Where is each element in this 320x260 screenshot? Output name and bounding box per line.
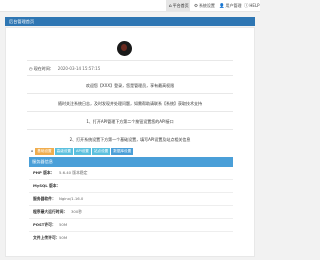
row-key: 程序最大运行时间： (33, 209, 68, 214)
row-value: 300秒 (71, 209, 83, 214)
table-row: 文件上传许可： 50M (29, 232, 233, 244)
help-icon: ⓘ (244, 4, 249, 9)
table-row: MySQL 版本： (29, 180, 233, 192)
row-key: MySQL 版本： (33, 183, 61, 188)
row-key: 服务器软件： (33, 196, 56, 201)
nav-item-users[interactable]: 👤用户管理 (216, 0, 242, 11)
nav-item-label: 平台首页 (172, 3, 189, 8)
nav-item-help[interactable]: ⓘHELP (241, 0, 260, 11)
row-value: 50M (59, 222, 68, 227)
welcome-line: 欢迎您【XXX】登录，您是管理员，享有最高权限 (85, 83, 175, 88)
row-key: 文件上传许可： (33, 235, 60, 240)
divider (27, 129, 233, 130)
quick-tags: ⌂ 基础设置 高级设置 API设置 站点设置 数据库设置 (30, 148, 134, 156)
nav-item-label: HELP (249, 3, 260, 8)
table-row: 服务器软件： Nginx/1.16.0 (29, 193, 233, 205)
top-nav-bar: ⌂平台首页 ⚙系统设置 👤用户管理 ⓘHELP (0, 0, 260, 12)
page-header: 后台管理首页 (5, 17, 255, 26)
table-row: POST许可： 50M (29, 219, 233, 231)
page-title: 后台管理首页 (9, 19, 35, 24)
tag-advanced-settings[interactable]: 高级设置 (54, 148, 74, 155)
nav-item-settings[interactable]: ⚙系统设置 (191, 0, 215, 11)
welcome-line: 1、打开API管理下方第二个按钮设置您的API接口 (86, 119, 174, 124)
divider (27, 111, 233, 112)
server-info-title: 服务器信息 (32, 159, 53, 164)
row-value: 50M (59, 235, 68, 240)
tag-api-settings[interactable]: API设置 (74, 148, 91, 155)
login-time-label: 现在时间： (33, 66, 54, 71)
row-key: PHP 版本： (33, 170, 55, 175)
user-icon: 👤 (219, 4, 225, 9)
gear-icon: ⚙ (194, 4, 198, 9)
tag-basic-settings[interactable]: 基础设置 (35, 148, 54, 155)
table-row: 程序最大运行时间： 300秒 (29, 206, 233, 218)
avatar (117, 41, 132, 56)
login-time-row: ◷ 现在时间： 2020-03-14 15:57:15 (29, 66, 100, 72)
table-row: PHP 版本： 5.6.40 版本稳定 (29, 167, 233, 179)
divider (27, 60, 233, 61)
home-tag-icon[interactable]: ⌂ (30, 148, 35, 155)
login-time-value: 2020-03-14 15:57:15 (57, 66, 101, 71)
row-key: POST许可： (33, 222, 56, 227)
divider (27, 93, 233, 94)
welcome-line: 随时关注系统日志，及时发现并处理问题，如需帮助请联系【系统】获取技术支持 (58, 101, 202, 106)
nav-item-label: 用户管理 (225, 3, 242, 8)
avatar-figure (121, 44, 127, 51)
home-icon: ⌂ (169, 4, 172, 9)
row-value: Nginx/1.16.0 (59, 196, 84, 201)
welcome-line: 2、打开系统设置下方第一个基础设置，填写API设置及站点相关信息 (69, 137, 191, 142)
row-value: 5.6.40 版本稳定 (59, 170, 88, 175)
clock-icon: ◷ (29, 66, 33, 71)
server-info-header: 服务器信息 (29, 157, 233, 167)
tag-database-settings[interactable]: 数据库设置 (111, 148, 134, 155)
nav-item-home[interactable]: ⌂平台首页 (166, 0, 190, 11)
tag-site-settings[interactable]: 站点设置 (91, 148, 111, 155)
nav-item-label: 系统设置 (198, 3, 215, 8)
divider (27, 75, 233, 76)
